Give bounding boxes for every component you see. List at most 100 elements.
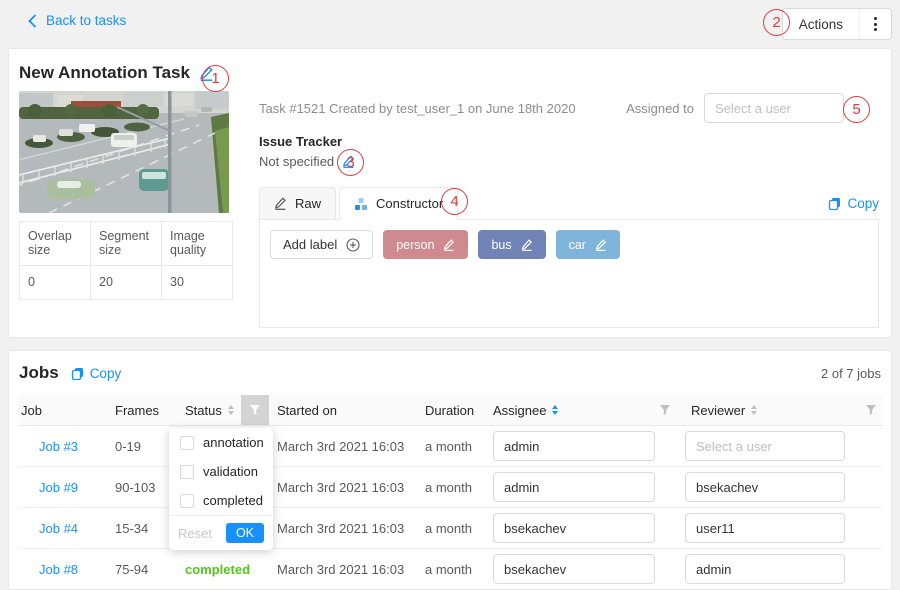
- job-row-3: Job #3 0-19 March 3rd 2021 16:03 a month: [19, 426, 883, 467]
- param-header-quality: Image quality: [162, 222, 233, 266]
- kebab-icon: [874, 17, 877, 31]
- callout-2: 2: [763, 9, 790, 36]
- callout-4: 4: [441, 188, 468, 215]
- param-header-overlap: Overlap size: [20, 222, 91, 266]
- filter-option-annotation[interactable]: annotation: [169, 428, 273, 457]
- job-started: March 3rd 2021 16:03: [269, 480, 425, 495]
- column-header-started: Started on: [269, 395, 425, 425]
- back-to-tasks-label: Back to tasks: [46, 13, 126, 28]
- job-duration: a month: [425, 562, 485, 577]
- job-link[interactable]: Job #8: [19, 562, 115, 577]
- param-value-quality: 30: [162, 266, 233, 300]
- job-assignee-select[interactable]: [493, 431, 655, 461]
- job-reviewer-select[interactable]: [685, 431, 845, 461]
- param-value-overlap: 0: [20, 266, 91, 300]
- param-header-segment: Segment size: [91, 222, 162, 266]
- funnel-icon: [249, 404, 261, 416]
- job-started: March 3rd 2021 16:03: [269, 439, 425, 454]
- actions-button[interactable]: Actions: [783, 9, 859, 39]
- job-duration: a month: [425, 480, 485, 495]
- job-assignee-select[interactable]: [493, 472, 655, 502]
- issue-tracker-value: Not specified: [259, 154, 334, 169]
- chevron-left-icon: [28, 14, 37, 28]
- job-row-4: Job #4 15-34 March 3rd 2021 16:03 a mont…: [19, 508, 883, 549]
- job-reviewer-select[interactable]: [685, 472, 845, 502]
- jobs-table: Job Frames Status Started on Duration As…: [19, 395, 883, 590]
- task-title: New Annotation Task: [19, 63, 190, 83]
- task-preview-image: [19, 91, 229, 213]
- label-chip-car-name: car: [569, 238, 586, 252]
- job-link[interactable]: Job #4: [19, 521, 115, 536]
- job-frames: 75-94: [115, 562, 185, 577]
- column-header-job: Job: [19, 395, 115, 425]
- copy-icon: [828, 197, 841, 210]
- cvat-task-page: { "topbar": { "back": "Back to tasks", "…: [0, 0, 900, 590]
- job-reviewer-select[interactable]: [685, 554, 845, 584]
- back-to-tasks-link[interactable]: Back to tasks: [28, 13, 126, 28]
- job-row-9: Job #9 90-103 March 3rd 2021 16:03 a mon…: [19, 467, 883, 508]
- job-assignee-select[interactable]: [493, 513, 655, 543]
- job-started: March 3rd 2021 16:03: [269, 562, 425, 577]
- status-filter-dropdown: annotation validation completed Reset OK: [169, 428, 273, 550]
- status-filter-button[interactable]: [241, 395, 269, 425]
- callout-5: 5: [843, 96, 870, 123]
- plus-circle-icon: [346, 238, 360, 252]
- column-header-frames: Frames: [115, 395, 185, 425]
- label-chip-person[interactable]: person: [383, 230, 468, 259]
- column-header-status[interactable]: Status: [185, 395, 241, 425]
- column-header-assignee[interactable]: Assignee: [485, 395, 653, 425]
- param-value-segment: 20: [91, 266, 162, 300]
- job-assignee-select[interactable]: [493, 554, 655, 584]
- job-link[interactable]: Job #3: [19, 439, 115, 454]
- tab-constructor-label: Constructor: [376, 196, 443, 211]
- jobs-table-header: Job Frames Status Started on Duration As…: [19, 395, 883, 426]
- funnel-icon: [659, 404, 671, 416]
- reviewer-sort-icon[interactable]: [751, 405, 757, 415]
- filter-reset-button[interactable]: Reset: [178, 526, 212, 541]
- issue-tracker-label: Issue Tracker: [259, 134, 355, 149]
- jobs-card: Jobs Copy 2 of 7 jobs Job Frames Status …: [8, 350, 892, 590]
- jobs-count: 2 of 7 jobs: [821, 366, 881, 381]
- assignee-sort-icon[interactable]: [552, 405, 558, 415]
- task-parameters-table: Overlap size Segment size Image quality …: [19, 221, 233, 300]
- label-chip-car[interactable]: car: [556, 230, 620, 259]
- copy-labels-label: Copy: [847, 196, 879, 211]
- column-header-duration: Duration: [425, 395, 485, 425]
- label-constructor-panel: Add label person bus car: [259, 220, 879, 328]
- assigned-to-label: Assigned to: [626, 101, 694, 116]
- filter-option-validation[interactable]: validation: [169, 457, 273, 486]
- edit-label-icon[interactable]: [595, 239, 607, 251]
- add-label-button[interactable]: Add label: [270, 230, 373, 259]
- job-started: March 3rd 2021 16:03: [269, 521, 425, 536]
- job-link[interactable]: Job #9: [19, 480, 115, 495]
- task-meta-text: Task #1521 Created by test_user_1 on Jun…: [259, 101, 576, 116]
- jobs-title: Jobs: [19, 363, 59, 383]
- status-sort-icon[interactable]: [228, 405, 234, 415]
- job-status-completed: completed ?: [185, 562, 241, 577]
- copy-labels-link[interactable]: Copy: [828, 196, 879, 211]
- tab-raw-label: Raw: [295, 196, 321, 211]
- edit-label-icon[interactable]: [521, 239, 533, 251]
- checkbox-annotation[interactable]: [180, 436, 194, 450]
- pencil-icon: [274, 197, 287, 210]
- reviewer-filter-button[interactable]: [859, 395, 883, 425]
- edit-label-icon[interactable]: [443, 239, 455, 251]
- copy-jobs-label: Copy: [90, 366, 122, 381]
- task-assignee-select[interactable]: [704, 93, 844, 123]
- labels-tabs-bar: Raw Constructor Copy: [259, 187, 879, 220]
- column-header-reviewer[interactable]: Reviewer: [677, 395, 859, 425]
- copy-icon: [71, 367, 84, 380]
- label-chip-bus[interactable]: bus: [478, 230, 545, 259]
- job-reviewer-select[interactable]: [685, 513, 845, 543]
- actions-more-button[interactable]: [859, 9, 891, 39]
- checkbox-validation[interactable]: [180, 465, 194, 479]
- filter-option-completed[interactable]: completed: [169, 486, 273, 515]
- assignee-filter-button[interactable]: [653, 395, 677, 425]
- actions-dropdown-button[interactable]: Actions: [782, 8, 892, 40]
- copy-jobs-link[interactable]: Copy: [71, 366, 122, 381]
- callout-1: 1: [202, 65, 229, 92]
- filter-ok-button[interactable]: OK: [226, 523, 264, 543]
- label-chip-person-name: person: [396, 238, 434, 252]
- checkbox-completed[interactable]: [180, 494, 194, 508]
- tab-raw[interactable]: Raw: [259, 187, 336, 219]
